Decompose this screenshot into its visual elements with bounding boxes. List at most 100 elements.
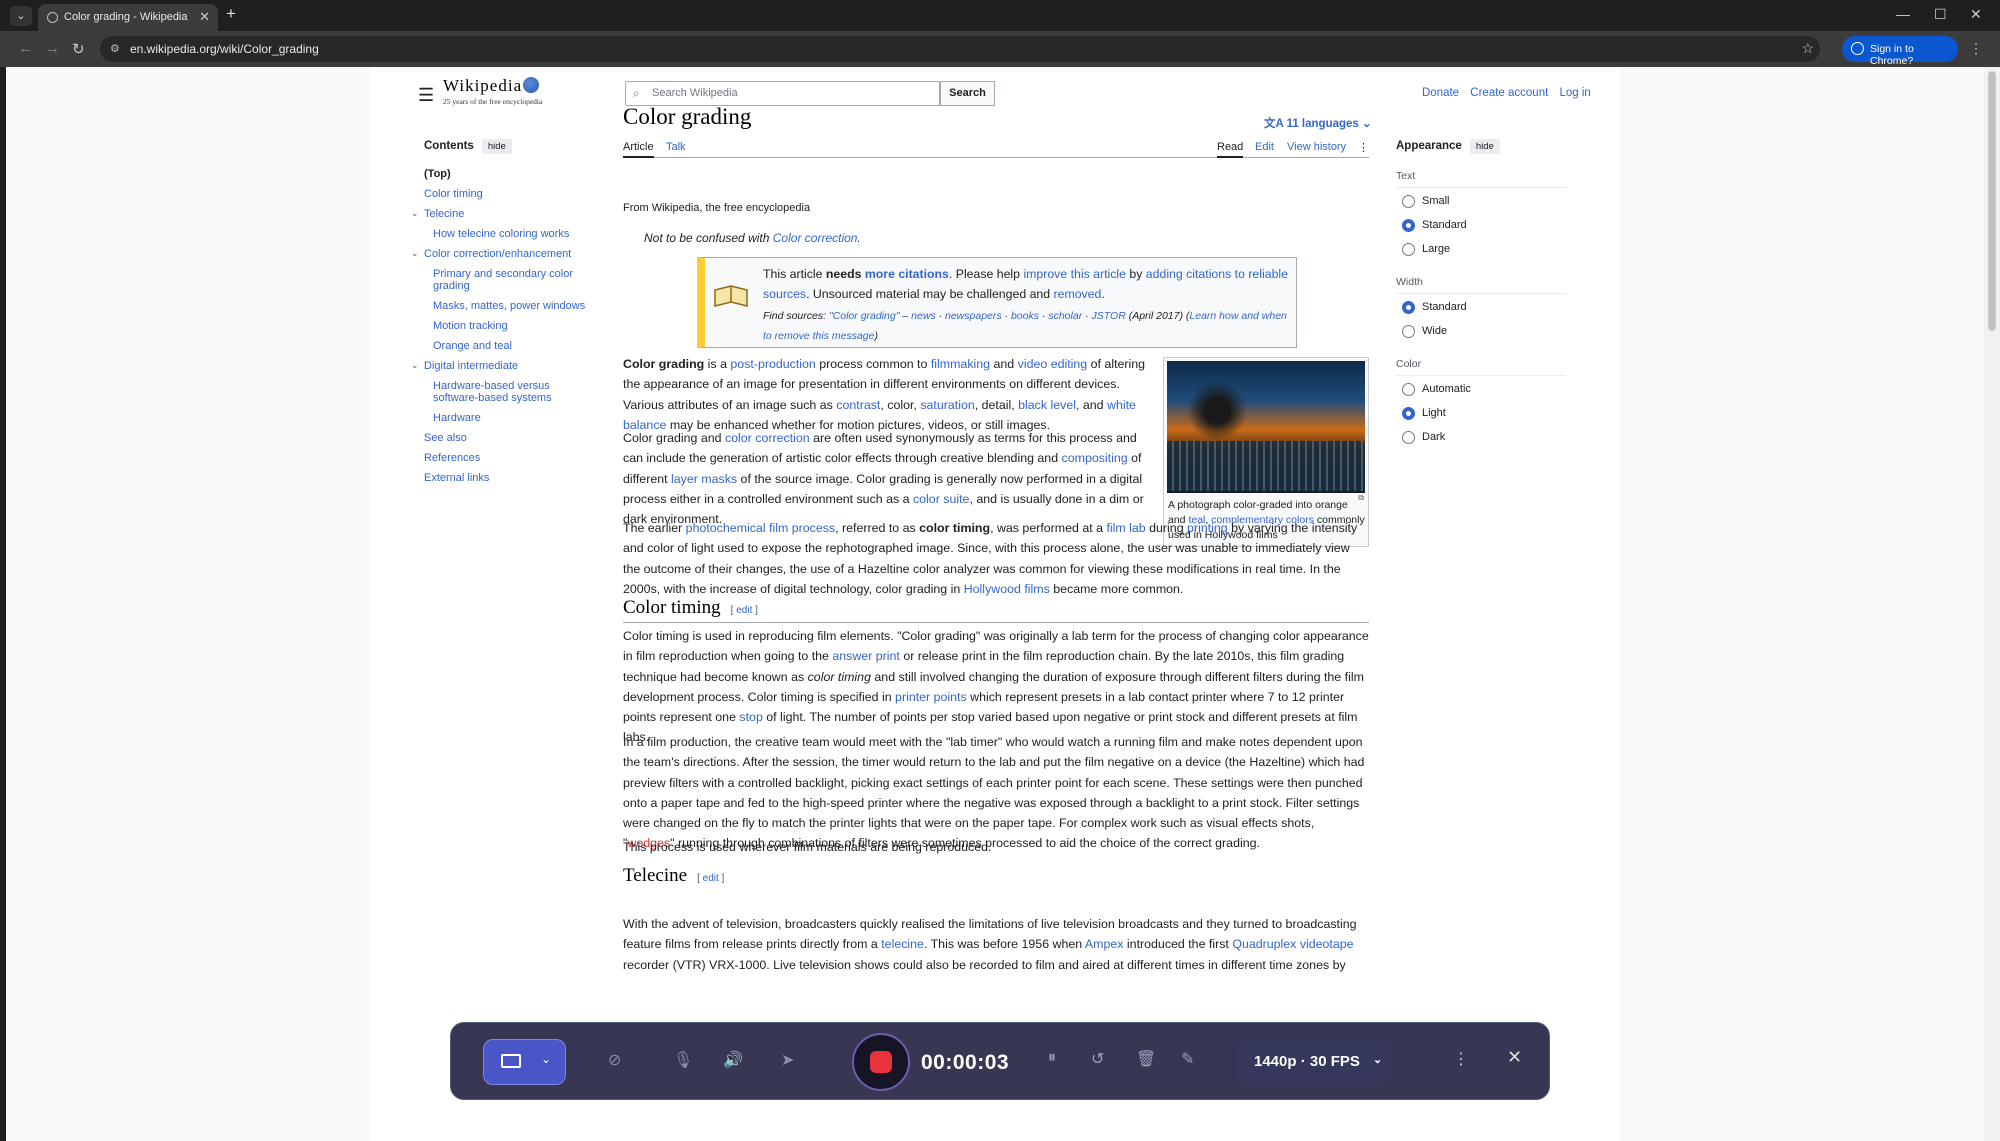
improve-article-link[interactable]: improve this article xyxy=(1023,267,1126,281)
log-in-link[interactable]: Log in xyxy=(1560,87,1591,99)
link[interactable]: Hollywood films xyxy=(964,582,1050,596)
more-citations-link[interactable]: more citations xyxy=(865,267,949,281)
color-theme-option[interactable]: Light xyxy=(1396,402,1566,424)
color-theme-option[interactable]: Dark xyxy=(1396,426,1566,448)
link[interactable]: printer points xyxy=(895,690,967,704)
radio-button[interactable] xyxy=(1402,195,1415,208)
page-scrollbar[interactable] xyxy=(1984,67,2000,1141)
tab-talk[interactable]: Talk xyxy=(666,141,686,153)
tab-close-icon[interactable]: ✕ xyxy=(199,9,210,25)
pen-icon[interactable]: ✎ xyxy=(1181,1049,1194,1069)
toc-expand-icon[interactable]: ⌄ xyxy=(411,359,419,371)
radio-button[interactable] xyxy=(1402,383,1415,396)
link[interactable]: video editing xyxy=(1018,357,1088,371)
radio-button[interactable] xyxy=(1402,407,1415,420)
toc-item[interactable]: Hardware-based versus software-based sys… xyxy=(433,380,594,404)
address-bar[interactable]: ⚙ en.wikipedia.org/wiki/Color_grading ☆ xyxy=(100,36,1820,62)
resolution-dropdown[interactable]: 1440p · 30 FPS ⌄ xyxy=(1236,1039,1391,1085)
toc-expand-icon[interactable]: ⌄ xyxy=(411,247,419,259)
toc-item[interactable]: Color timing xyxy=(424,188,594,200)
sign-in-chrome-button[interactable]: Sign in to Chrome? xyxy=(1842,36,1958,67)
new-tab-button[interactable]: + xyxy=(226,4,236,24)
maximize-icon[interactable]: ☐ xyxy=(1934,6,1947,23)
toc-item[interactable]: (Top) xyxy=(424,168,594,180)
link[interactable]: saturation xyxy=(920,398,974,412)
edit-section-link[interactable]: edit xyxy=(703,873,719,884)
newspapers-link[interactable]: newspapers xyxy=(945,310,1002,322)
back-icon[interactable]: ← xyxy=(18,40,33,57)
url-text[interactable]: en.wikipedia.org/wiki/Color_grading xyxy=(130,42,319,56)
width-option[interactable]: Standard xyxy=(1396,296,1566,318)
radio-button[interactable] xyxy=(1402,431,1415,444)
toc-item[interactable]: External links xyxy=(424,472,594,484)
appearance-hide-button[interactable]: hide xyxy=(1469,139,1500,154)
link[interactable]: contrast xyxy=(836,398,880,412)
site-info-icon[interactable]: ⚙ xyxy=(110,42,122,55)
link[interactable]: Quadruplex videotape xyxy=(1232,937,1353,951)
toc-item[interactable]: Motion tracking xyxy=(433,320,594,332)
color-correction-link[interactable]: Color correction xyxy=(773,231,858,245)
toc-item[interactable]: ⌄ Color correction/enhancement xyxy=(411,248,594,260)
minimize-icon[interactable]: — xyxy=(1896,6,1910,22)
link[interactable]: photochemical film process xyxy=(686,521,835,535)
link[interactable]: color correction xyxy=(725,431,810,445)
toc-item[interactable]: Primary and secondary color grading xyxy=(433,268,594,292)
toc-item[interactable]: Hardware xyxy=(433,412,594,424)
link[interactable]: color suite xyxy=(913,492,969,506)
toc-item[interactable]: How telecine coloring works xyxy=(433,228,594,240)
trash-icon[interactable]: 🗑 xyxy=(1136,1049,1156,1069)
jstor-link[interactable]: JSTOR xyxy=(1092,310,1126,322)
main-menu-icon[interactable]: ☰ xyxy=(418,85,434,106)
color-theme-option[interactable]: Automatic xyxy=(1396,378,1566,400)
news-link[interactable]: news xyxy=(911,310,936,322)
create-account-link[interactable]: Create account xyxy=(1470,87,1548,99)
link[interactable]: telecine xyxy=(881,937,924,951)
link[interactable]: filmmaking xyxy=(931,357,990,371)
text-size-option[interactable]: Small xyxy=(1396,190,1566,212)
scholar-link[interactable]: scholar xyxy=(1048,310,1082,322)
radio-button[interactable] xyxy=(1402,301,1415,314)
wikipedia-logo[interactable]: Wikipedia 25 years of the free encyclope… xyxy=(443,76,542,106)
window-close-icon[interactable]: ✕ xyxy=(1970,6,1982,23)
tab-edit[interactable]: Edit xyxy=(1255,141,1274,153)
tab-view-history[interactable]: View history xyxy=(1287,141,1346,153)
text-size-option[interactable]: Large xyxy=(1396,238,1566,260)
pause-icon[interactable]: ⏸ xyxy=(1048,1049,1056,1067)
tab-active[interactable]: Color grading - Wikipedia ✕ xyxy=(38,4,218,31)
toc-item[interactable]: Masks, mattes, power windows xyxy=(433,300,594,312)
radio-button[interactable] xyxy=(1402,243,1415,256)
tab-article[interactable]: Article xyxy=(623,141,654,158)
toc-expand-icon[interactable]: ⌄ xyxy=(411,207,419,219)
source-query-link[interactable]: "Color grading" xyxy=(829,310,900,322)
microphone-icon[interactable]: 🎙 xyxy=(673,1050,693,1070)
more-options-icon[interactable]: ⋮ xyxy=(1453,1049,1469,1069)
books-link[interactable]: books xyxy=(1011,310,1039,322)
link[interactable]: film lab xyxy=(1106,521,1145,535)
width-option[interactable]: Wide xyxy=(1396,320,1566,342)
tools-menu-icon[interactable]: ⋮ xyxy=(1358,141,1369,154)
toc-item[interactable]: Orange and teal xyxy=(433,340,594,352)
toc-item[interactable]: References xyxy=(424,452,594,464)
bookmark-star-icon[interactable]: ☆ xyxy=(1801,40,1814,57)
edit-section-link[interactable]: edit xyxy=(736,605,752,616)
restart-icon[interactable]: ↺ xyxy=(1091,1049,1104,1069)
camera-off-icon[interactable]: ⊘ xyxy=(608,1050,621,1070)
tab-search-button[interactable]: ⌄ xyxy=(10,6,32,26)
link[interactable]: stop xyxy=(739,710,762,724)
link[interactable]: compositing xyxy=(1062,451,1128,465)
speaker-icon[interactable]: 🔊 xyxy=(723,1050,743,1070)
search-button[interactable]: Search xyxy=(940,81,995,106)
languages-button[interactable]: 文A 11 languages ⌄ xyxy=(1264,115,1372,131)
link[interactable]: layer masks xyxy=(671,472,737,486)
tab-read[interactable]: Read xyxy=(1217,141,1244,158)
link[interactable]: post-production xyxy=(730,357,815,371)
close-recorder-icon[interactable]: ✕ xyxy=(1507,1047,1522,1068)
link[interactable]: Ampex xyxy=(1085,937,1124,951)
forward-icon[interactable]: → xyxy=(45,40,60,57)
capture-source-button[interactable]: ⌄ xyxy=(483,1039,566,1085)
color-graded-photo[interactable] xyxy=(1167,361,1365,493)
radio-button[interactable] xyxy=(1402,325,1415,338)
scrollbar-thumb[interactable] xyxy=(1988,71,1996,331)
radio-button[interactable] xyxy=(1402,219,1415,232)
toc-item[interactable]: ⌄ Digital intermediate xyxy=(411,360,594,372)
